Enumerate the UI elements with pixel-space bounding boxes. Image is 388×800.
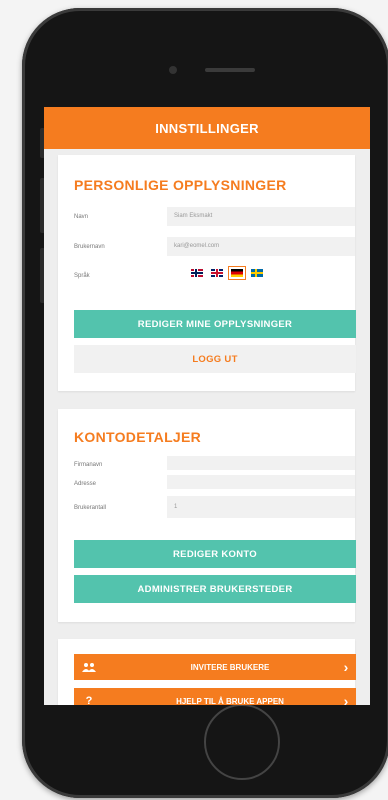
help-label: HJELP TIL Å BRUKE APPEN <box>176 696 284 706</box>
logout-button[interactable]: LOGG UT <box>74 345 356 373</box>
account-details-title: KONTODETALJER <box>74 429 202 445</box>
edit-profile-button[interactable]: REDIGER MINE OPPLYSNINGER <box>74 310 356 338</box>
users-icon <box>74 662 104 672</box>
camera-icon <box>169 66 177 74</box>
uk-flag-icon[interactable] <box>211 269 223 277</box>
personal-info-title: PERSONLIGE OPPLYSNINGER <box>74 177 287 193</box>
page-title: INNSTILLINGER <box>44 107 370 149</box>
help-icon: ? <box>85 695 93 705</box>
help-button[interactable]: ? HJELP TIL Å BRUKE APPEN › <box>74 688 356 705</box>
account-details-card: KONTODETALJER Firmanavn Adresse Brukeran… <box>58 409 356 622</box>
invite-users-label: INVITERE BRUKERE <box>190 662 270 672</box>
name-label: Navn <box>74 214 89 220</box>
sweden-flag-icon[interactable] <box>251 269 263 277</box>
address-field[interactable] <box>167 475 355 489</box>
invite-users-button[interactable]: INVITERE BRUKERE › <box>74 654 356 680</box>
germany-flag-icon[interactable] <box>228 266 246 280</box>
home-button[interactable] <box>204 704 280 780</box>
manage-locations-button[interactable]: ADMINISTRER BRUKERSTEDER <box>74 575 356 603</box>
address-label: Adresse <box>74 481 97 487</box>
norway-flag-icon[interactable] <box>191 269 203 277</box>
company-field[interactable] <box>167 456 355 470</box>
speaker-grille <box>205 68 255 72</box>
company-label: Firmanavn <box>74 462 103 468</box>
edit-account-button[interactable]: REDIGER KONTO <box>74 540 356 568</box>
language-selector <box>191 266 263 280</box>
chevron-right-icon: › <box>343 693 349 705</box>
username-label: Brukernavn <box>74 244 105 250</box>
name-field[interactable]: Siam Eksmakt <box>167 207 355 226</box>
language-label: Språk <box>74 273 90 279</box>
username-field[interactable]: kari@eomel.com <box>167 237 355 256</box>
user-count-label: Brukerantall <box>74 505 107 511</box>
personal-info-card: PERSONLIGE OPPLYSNINGER Navn Siam Eksmak… <box>58 155 356 391</box>
app-screen: INNSTILLINGER PERSONLIGE OPPLYSNINGER Na… <box>44 107 370 705</box>
chevron-right-icon: › <box>343 659 349 675</box>
user-count-field[interactable]: 1 <box>167 496 355 518</box>
